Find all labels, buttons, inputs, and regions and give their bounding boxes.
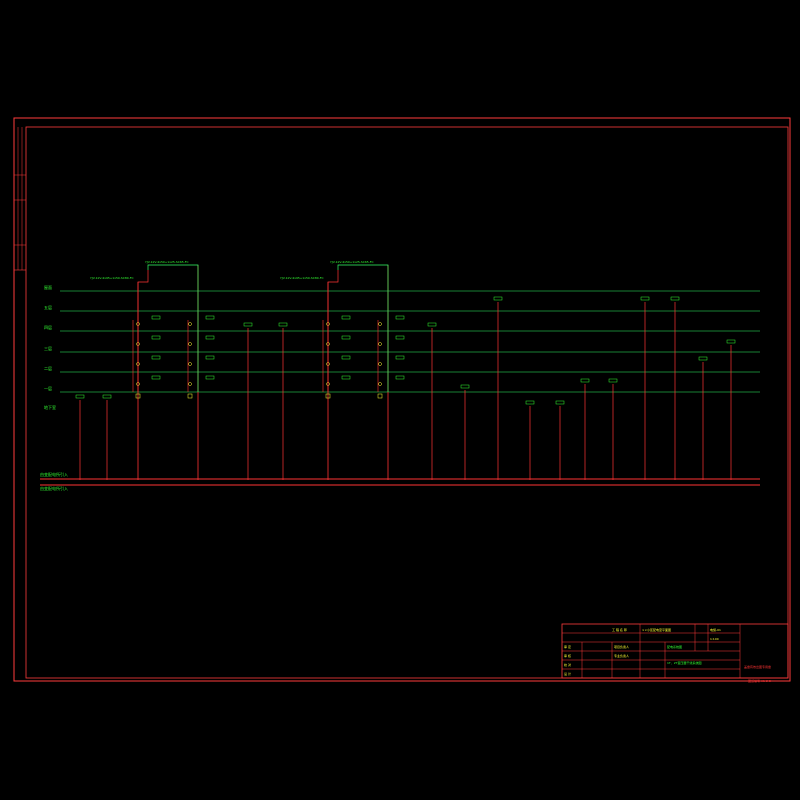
tb-drawing-no: 电施-01 [710,627,721,632]
panel-box [395,355,405,360]
floor-label: 一层 [44,385,52,391]
panel-box [151,355,161,360]
tb-row-1: 审 核 [564,653,571,658]
breaker-symbol [188,342,192,346]
branch-box [555,400,565,405]
branch-box [608,378,618,383]
feeder-label-4: YJV-1kV-4x50+1x25-SC65-FC [330,260,374,264]
mains-label-1: 由变配电所引入 [40,471,68,477]
panel-box [395,375,405,380]
branch-box [698,356,708,361]
feeder-label-1: YJV-1kV-4x95+1x50-SC80-FC [90,276,134,280]
breaker-symbol [378,342,382,346]
floor-label: 三层 [44,345,52,351]
floor-label: 屋面 [44,284,52,290]
feeder-label-2: YJV-1kV-4x50+1x25-SC65-FC [145,260,189,264]
breaker-symbol [188,382,192,386]
panel-box [395,315,405,320]
branch-box [580,378,590,383]
feeder-label-3: YJV-1kV-4x95+1x50-SC80-FC [280,276,324,280]
title-block: 工 程 名 称 ××小区配电室平面图 电施-01 1:100 审 定 审 核 校… [561,623,789,679]
inner-frame [25,126,789,679]
panel-box [395,335,405,340]
tb-stamp: 盖章有效出图专用章 [744,664,771,669]
branch-box [278,322,288,327]
panel-box [205,315,215,320]
panel-box [341,315,351,320]
panel-box [151,375,161,380]
panel-box [341,375,351,380]
outer-frame [13,117,791,682]
branch-box [427,322,437,327]
breaker-symbol [188,322,192,326]
terminal-box [187,393,193,399]
branch-box [493,296,503,301]
panel-box [151,335,161,340]
tb-row-4: 项目负责人 [614,644,629,649]
floor-level-lines: 屋面五层四层三层二层一层地下室 [44,284,760,410]
floor-label: 地下室 [44,404,56,410]
panel-box [205,335,215,340]
panel-box [205,375,215,380]
branch-box [460,384,470,389]
breaker-symbol [378,322,382,326]
panel-box [341,355,351,360]
tb-scale: 1:100 [710,637,719,641]
panel-box [341,335,351,340]
branch-box [640,296,650,301]
floor-label: 五层 [44,304,52,310]
riser-groups [132,265,405,480]
branch-box [75,394,85,399]
breaker-symbol [378,362,382,366]
floor-label: 二层 [44,365,52,371]
tb-project: ××小区配电室平面图 [642,627,671,632]
breaker-symbol [378,382,382,386]
floor-label: 四层 [44,324,52,330]
branch-risers [75,296,736,480]
branch-box [670,296,680,301]
bottom-note: 图纸编号 A1-2-E [748,678,771,683]
branch-box [243,322,253,327]
branch-box [525,400,535,405]
electrical-riser-diagram: 屋面五层四层三层二层一层地下室 由变配电所引入 由变配电所引入 YJV-1kV-… [13,117,791,683]
branch-box [102,394,112,399]
panel-box [151,315,161,320]
tb-company: 工 程 名 称 [612,627,627,632]
mains-label-2: 由变配电所引入 [40,485,68,491]
panel-box [205,355,215,360]
branch-box [726,339,736,344]
tb-row-2: 校 对 [564,662,571,667]
left-binding-strip [14,127,26,271]
terminal-box [377,393,383,399]
tb-row-3: 设 计 [564,671,571,676]
tb-sheet-title: 1T、2T变压器干线系统图 [667,660,701,665]
tb-row-0: 审 定 [564,644,571,649]
breaker-symbol [188,362,192,366]
tb-drawing-title: 配电系统图 [667,644,682,649]
tb-row-5: 专业负责人 [614,653,629,658]
